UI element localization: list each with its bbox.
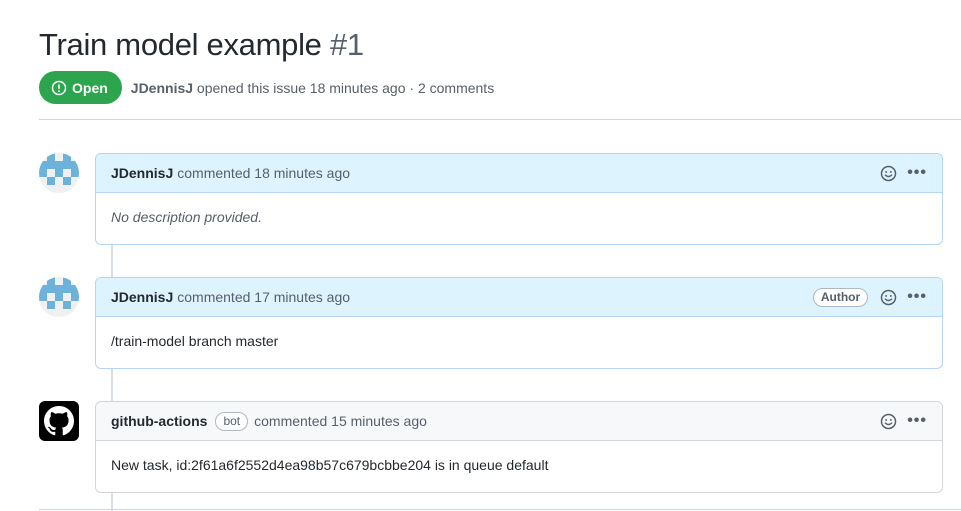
identicon-avatar: [39, 277, 79, 317]
add-reaction-button[interactable]: [878, 287, 898, 307]
bottom-divider: [39, 509, 961, 510]
comment-author-link[interactable]: github-actions: [111, 413, 207, 429]
github-mark-icon: [44, 406, 74, 436]
comment-header: JDennisJ commented 17 minutes ago Author…: [96, 278, 942, 317]
issue-opened-text: opened this issue 18 minutes ago · 2 com…: [196, 79, 495, 96]
issue-meta-text: JDennisJ opened this issue 18 minutes ag…: [131, 80, 494, 96]
comment-box: JDennisJ commented 18 minutes ago ••• No…: [95, 153, 943, 245]
issue-title: Train model example #1: [39, 26, 364, 64]
comment-box: github-actions bot commented 15 minutes …: [95, 401, 943, 493]
issue-number: #1: [329, 27, 364, 62]
comment-header: JDennisJ commented 18 minutes ago •••: [96, 154, 942, 193]
issue-meta: Open JDennisJ opened this issue 18 minut…: [39, 71, 494, 104]
timeline-connector: [111, 368, 113, 402]
comment-timestamp[interactable]: commented 18 minutes ago: [177, 165, 350, 181]
add-reaction-button[interactable]: [878, 163, 898, 183]
comment-timestamp[interactable]: commented 15 minutes ago: [254, 413, 427, 429]
smiley-icon: [880, 165, 896, 181]
comment-header: github-actions bot commented 15 minutes …: [96, 402, 942, 441]
bot-label: bot: [215, 411, 249, 431]
avatar[interactable]: [39, 277, 79, 317]
kebab-horizontal-icon[interactable]: •••: [907, 411, 927, 431]
state-badge: Open: [39, 71, 122, 104]
kebab-horizontal-icon[interactable]: •••: [907, 163, 927, 183]
avatar[interactable]: [39, 401, 79, 441]
timeline-connector: [111, 244, 113, 278]
issue-opened-icon: [51, 80, 67, 95]
comment-box: JDennisJ commented 17 minutes ago Author…: [95, 277, 943, 369]
kebab-horizontal-icon[interactable]: •••: [907, 287, 927, 307]
avatar[interactable]: [39, 153, 79, 193]
comment-body: New task, id:2f61a6f2552d4ea98b57c679bcb…: [111, 457, 549, 473]
identicon-avatar: [39, 153, 79, 193]
add-reaction-button[interactable]: [878, 411, 898, 431]
state-label: Open: [72, 79, 108, 96]
header-divider: [39, 119, 961, 120]
comment-body: /train-model branch master: [111, 333, 279, 349]
smiley-icon: [880, 289, 896, 305]
comment-body: No description provided.: [111, 209, 262, 225]
author-label: Author: [812, 287, 869, 307]
comment-timestamp[interactable]: commented 17 minutes ago: [177, 289, 350, 305]
smiley-icon: [880, 413, 896, 429]
comment-author-link[interactable]: JDennisJ: [111, 289, 173, 305]
issue-title-text: Train model example: [39, 27, 322, 62]
issue-author-link[interactable]: JDennisJ: [131, 80, 193, 96]
comment-author-link[interactable]: JDennisJ: [111, 165, 173, 181]
